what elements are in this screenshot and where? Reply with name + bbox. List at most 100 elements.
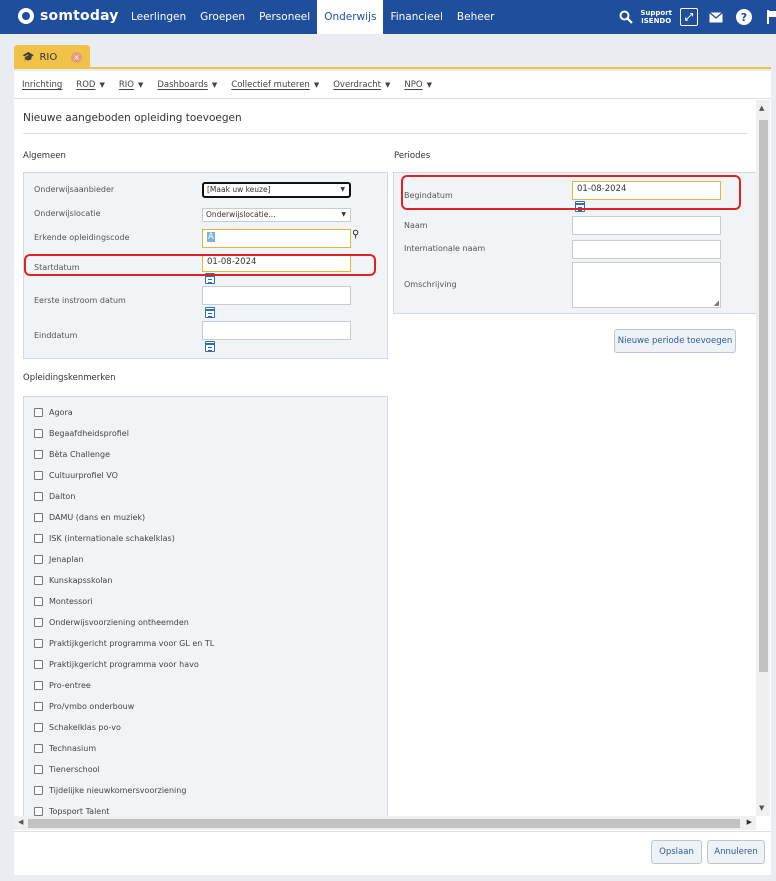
- nav-item-groepen[interactable]: Groepen: [193, 0, 252, 34]
- kenmerk-onderwijsvoorziening-ontheemden[interactable]: Onderwijsvoorziening ontheemden: [34, 618, 189, 627]
- kenmerk-schakelklas-po-vo[interactable]: Schakelklas po-vo: [34, 723, 121, 732]
- scroll-left-icon[interactable]: ◀: [18, 818, 23, 826]
- kenmerk-topsport-talent[interactable]: Topsport Talent: [34, 807, 109, 816]
- kenmerk-label: Agora: [49, 408, 73, 417]
- nav-item-onderwijs[interactable]: Onderwijs: [317, 0, 384, 34]
- resize-handle-icon[interactable]: ◢: [714, 299, 719, 307]
- caret-down-icon: ▼: [99, 80, 105, 89]
- subnav-inrichting[interactable]: Inrichting: [22, 80, 62, 90]
- annuleren-button[interactable]: Annuleren: [707, 840, 765, 864]
- scroll-right-icon[interactable]: ▶: [747, 818, 752, 826]
- startdatum-highlight: [24, 254, 376, 276]
- lookup-search-icon[interactable]: ⚲: [352, 229, 359, 240]
- checkbox[interactable]: [34, 786, 43, 795]
- checkbox[interactable]: [34, 765, 43, 774]
- checkbox[interactable]: [34, 639, 43, 648]
- checkbox[interactable]: [34, 429, 43, 438]
- kenmerk-begaafdheidsprofiel[interactable]: Begaafdheidsprofiel: [34, 429, 129, 438]
- nieuwe-periode-toevoegen-button[interactable]: Nieuwe periode toevoegen: [614, 329, 736, 353]
- subnav-npo-label: NPO: [404, 79, 423, 90]
- checkbox[interactable]: [34, 450, 43, 459]
- checkbox[interactable]: [34, 660, 43, 669]
- checkbox[interactable]: [34, 807, 43, 816]
- support-link[interactable]: Support ISENDO: [640, 9, 672, 25]
- kenmerk-tijdelijke-nieuwkomersvoorziening[interactable]: Tijdelijke nieuwkomersvoorziening: [34, 786, 186, 795]
- scroll-down-icon[interactable]: ▼: [759, 804, 764, 812]
- checkbox[interactable]: [34, 723, 43, 732]
- naam-input[interactable]: [572, 216, 721, 235]
- vertical-scroll-thumb[interactable]: [759, 120, 768, 672]
- subnav-dashboards[interactable]: Dashboards ▼: [157, 80, 217, 90]
- checkbox[interactable]: [34, 618, 43, 627]
- vertical-scrollbar[interactable]: ▲ ▼: [756, 100, 770, 816]
- kenmerk-pro-entree[interactable]: Pro-entree: [34, 681, 91, 690]
- checkbox[interactable]: [34, 597, 43, 606]
- kenmerk-label: Praktijkgericht programma voor havo: [49, 660, 199, 669]
- checkbox[interactable]: [34, 576, 43, 585]
- checkbox[interactable]: [34, 534, 43, 543]
- tab-rio[interactable]: 🎓 RIO ×: [14, 45, 90, 69]
- onderwijslocatie-select[interactable]: Onderwijslocatie... ▼: [202, 208, 351, 222]
- nav-item-financieel[interactable]: Financieel: [383, 0, 449, 34]
- mail-icon[interactable]: [706, 7, 726, 27]
- kenmerk-praktijkgericht-havo[interactable]: Praktijkgericht programma voor havo: [34, 660, 199, 669]
- kenmerk-montessori[interactable]: Montessori: [34, 597, 93, 606]
- internationale-naam-input[interactable]: [572, 240, 721, 259]
- calendar-icon[interactable]: [205, 307, 215, 318]
- checkbox[interactable]: [34, 492, 43, 501]
- flag-icon[interactable]: [762, 7, 776, 27]
- onderwijsaanbieder-select[interactable]: [Maak uw keuze] ▼: [202, 182, 351, 198]
- checkbox[interactable]: [34, 555, 43, 564]
- subnav-inrichting-label: Inrichting: [22, 79, 63, 90]
- somtoday-logo[interactable]: somtoday: [18, 8, 119, 24]
- checkbox[interactable]: [34, 702, 43, 711]
- top-navigation-bar: somtoday Leerlingen Groepen Personeel On…: [0, 0, 776, 34]
- opslaan-button[interactable]: Opslaan: [651, 840, 702, 864]
- einddatum-input[interactable]: [202, 321, 351, 340]
- checkbox[interactable]: [34, 744, 43, 753]
- checkbox[interactable]: [34, 408, 43, 417]
- subnav-rod[interactable]: ROD ▼: [76, 80, 105, 90]
- kenmerk-jenaplan[interactable]: Jenaplan: [34, 555, 84, 564]
- subnav-overdracht[interactable]: Overdracht ▼: [333, 80, 390, 90]
- nav-item-leerlingen[interactable]: Leerlingen: [124, 0, 193, 34]
- subnav-collectief-muteren[interactable]: Collectief muteren ▼: [231, 80, 319, 90]
- checkbox[interactable]: [34, 513, 43, 522]
- caret-down-icon: ▼: [313, 80, 320, 89]
- begindatum-highlight: [401, 175, 741, 210]
- kenmerk-dalton[interactable]: Dalton: [34, 492, 75, 501]
- nav-item-personeel[interactable]: Personeel: [252, 0, 317, 34]
- subnav-npo[interactable]: NPO ▼: [404, 80, 432, 90]
- checkbox[interactable]: [34, 681, 43, 690]
- help-icon[interactable]: ?: [734, 7, 754, 27]
- kenmerk-beta-challenge[interactable]: Bèta Challenge: [34, 450, 110, 459]
- kenmerk-kunskapsskolan[interactable]: Kunskapsskolan: [34, 576, 112, 585]
- dropdown-arrow-icon: ▼: [341, 211, 346, 218]
- kenmerk-damu[interactable]: DAMU (dans en muziek): [34, 513, 145, 522]
- scroll-up-icon[interactable]: ▲: [759, 104, 764, 112]
- horizontal-scroll-thumb[interactable]: [28, 819, 740, 828]
- kenmerk-label: Praktijkgericht programma voor GL en TL: [49, 639, 215, 648]
- kenmerk-cultuurprofiel-vo[interactable]: Cultuurprofiel VO: [34, 471, 118, 480]
- kenmerk-agora[interactable]: Agora: [34, 408, 73, 417]
- calendar-icon[interactable]: [205, 341, 215, 352]
- eerste-instroom-datum-input[interactable]: [202, 286, 351, 305]
- close-tab-icon[interactable]: ×: [71, 52, 82, 63]
- footer-divider: [14, 831, 771, 832]
- horizontal-scrollbar[interactable]: ◀ ▶: [14, 816, 756, 830]
- nav-item-beheer[interactable]: Beheer: [450, 0, 502, 34]
- kenmerk-technasium[interactable]: Technasium: [34, 744, 96, 753]
- graduation-cap-icon: 🎓: [22, 51, 35, 63]
- search-icon[interactable]: [616, 7, 636, 27]
- subnav-rio[interactable]: RIO ▼: [119, 80, 144, 90]
- kenmerk-pro-vmbo-onderbouw[interactable]: Pro/vmbo onderbouw: [34, 702, 134, 711]
- checkbox[interactable]: [34, 471, 43, 480]
- kenmerk-tienerschool[interactable]: Tienerschool: [34, 765, 100, 774]
- omschrijving-textarea[interactable]: ◢: [572, 262, 721, 308]
- erkende-opleidingscode-input[interactable]: A: [202, 229, 351, 248]
- kenmerk-praktijkgericht-gl-tl[interactable]: Praktijkgericht programma voor GL en TL: [34, 639, 214, 648]
- support-org: ISENDO: [641, 17, 672, 25]
- expand-icon[interactable]: ⤢: [680, 8, 698, 26]
- kenmerk-isk[interactable]: ISK (internationale schakelklas): [34, 534, 175, 543]
- kenmerk-label: Begaafdheidsprofiel: [49, 429, 129, 438]
